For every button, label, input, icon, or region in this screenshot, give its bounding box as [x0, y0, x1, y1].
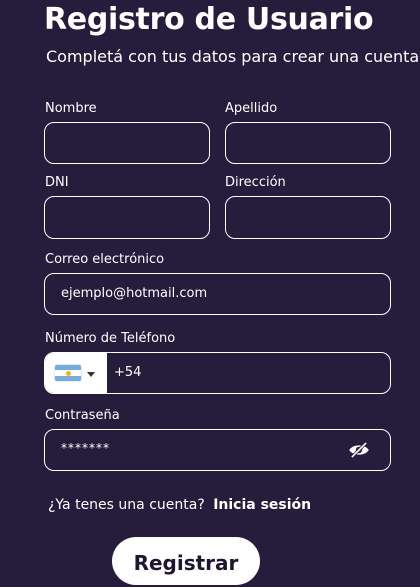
dni-field[interactable] [44, 196, 210, 239]
password-label: Contraseña [45, 408, 120, 423]
eye-slash-icon[interactable] [348, 442, 370, 458]
chevron-down-icon [87, 372, 95, 377]
login-prompt: ¿Ya tenes una cuenta? Inicia sesión [48, 497, 311, 513]
page-subtitle: Completá con tus datos para crear una cu… [46, 47, 420, 66]
password-field[interactable]: ******* [44, 429, 391, 471]
apellido-label: Apellido [225, 101, 278, 116]
email-field[interactable]: ejemplo@hotmail.com [44, 273, 391, 315]
direccion-field[interactable] [225, 196, 391, 239]
page-title: Registro de Usuario [44, 2, 374, 37]
country-select[interactable] [45, 353, 107, 393]
dni-label: DNI [45, 175, 69, 190]
login-question: ¿Ya tenes una cuenta? [48, 497, 205, 513]
direccion-label: Dirección [225, 175, 286, 190]
register-button[interactable]: Registrar [112, 537, 260, 585]
phone-label: Número de Teléfono [45, 331, 176, 346]
login-link[interactable]: Inicia sesión [213, 497, 311, 513]
apellido-field[interactable] [225, 122, 391, 164]
phone-prefix: +54 [114, 365, 142, 380]
nombre-field[interactable] [44, 122, 210, 164]
nombre-label: Nombre [45, 101, 97, 116]
phone-field[interactable]: +54 [44, 352, 391, 394]
email-label: Correo electrónico [45, 252, 165, 267]
email-value: ejemplo@hotmail.com [61, 286, 208, 301]
argentina-flag-icon [55, 365, 81, 381]
password-value: ******* [61, 441, 110, 455]
